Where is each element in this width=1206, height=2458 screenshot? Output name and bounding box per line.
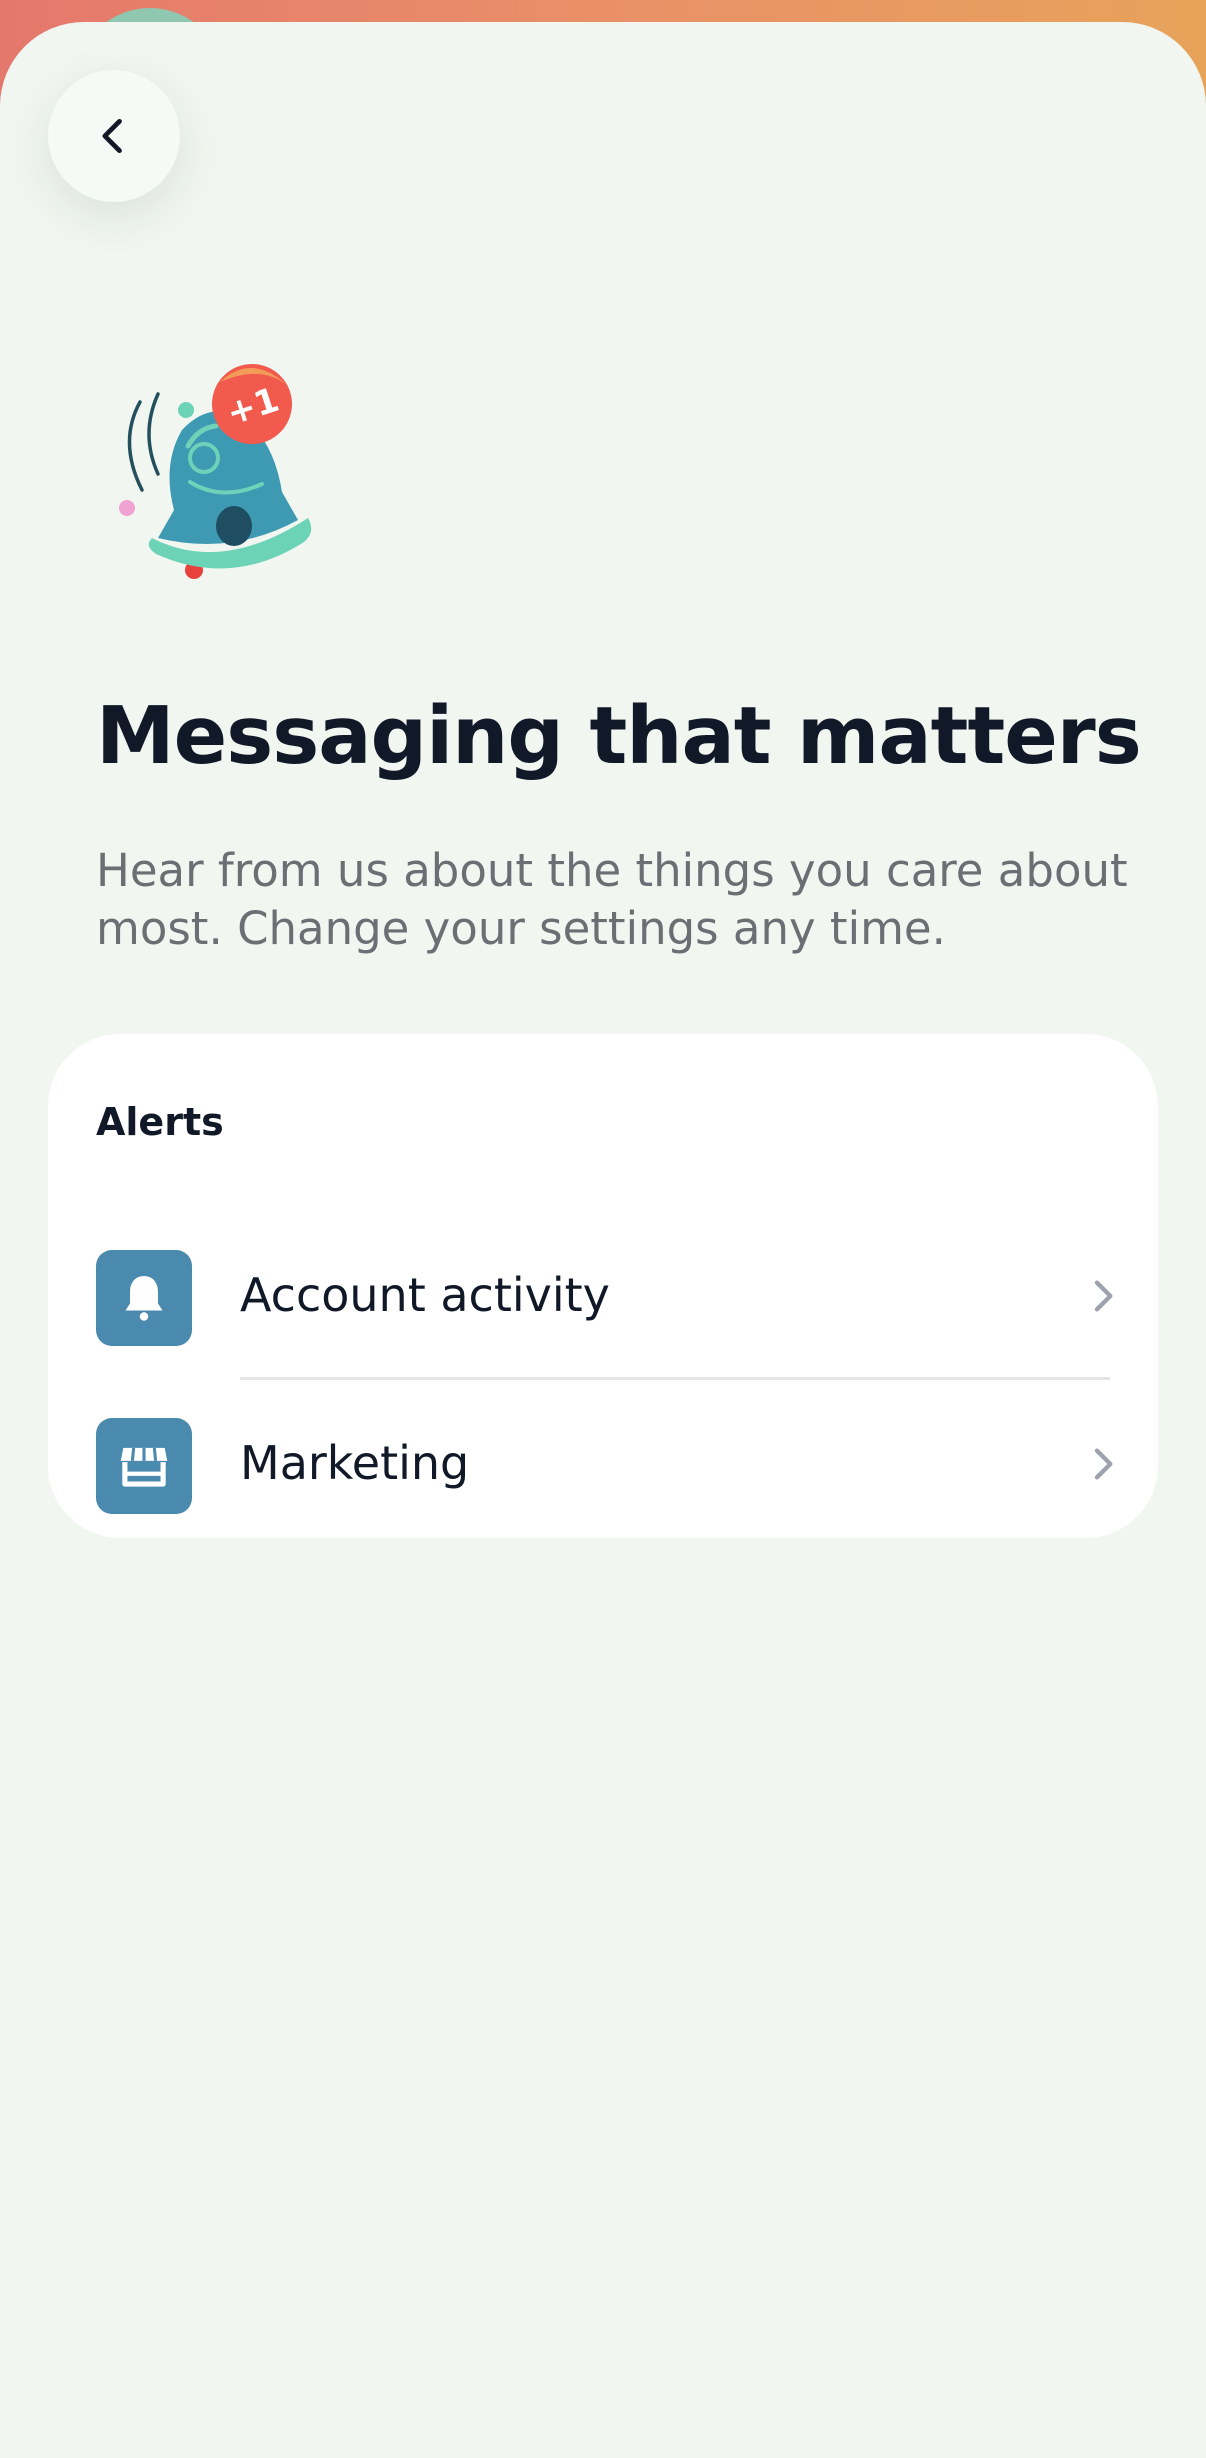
marketing-label: Marketing [240,1436,470,1490]
alerts-card: Alerts Account activity Marketing [48,1034,1158,1538]
chevron-left-icon [102,118,122,154]
chevron-right-icon [1094,1448,1113,1480]
account-activity-item[interactable]: Account activity [48,1212,1158,1380]
account-activity-label: Account activity [240,1268,610,1322]
page-title: Messaging that matters [96,690,1142,782]
back-button[interactable] [48,70,180,202]
marketing-item[interactable]: Marketing [48,1380,1158,1548]
bell-notification-icon: +1 [119,364,312,579]
alerts-heading: Alerts [96,1100,224,1144]
bell-icon [96,1250,192,1346]
storefront-icon [96,1418,192,1514]
main-sheet: +1 Messaging that matters Hear from us a… [0,22,1206,2458]
page-subtitle: Hear from us about the things you care a… [96,844,1128,955]
chevron-right-icon [1094,1280,1113,1312]
